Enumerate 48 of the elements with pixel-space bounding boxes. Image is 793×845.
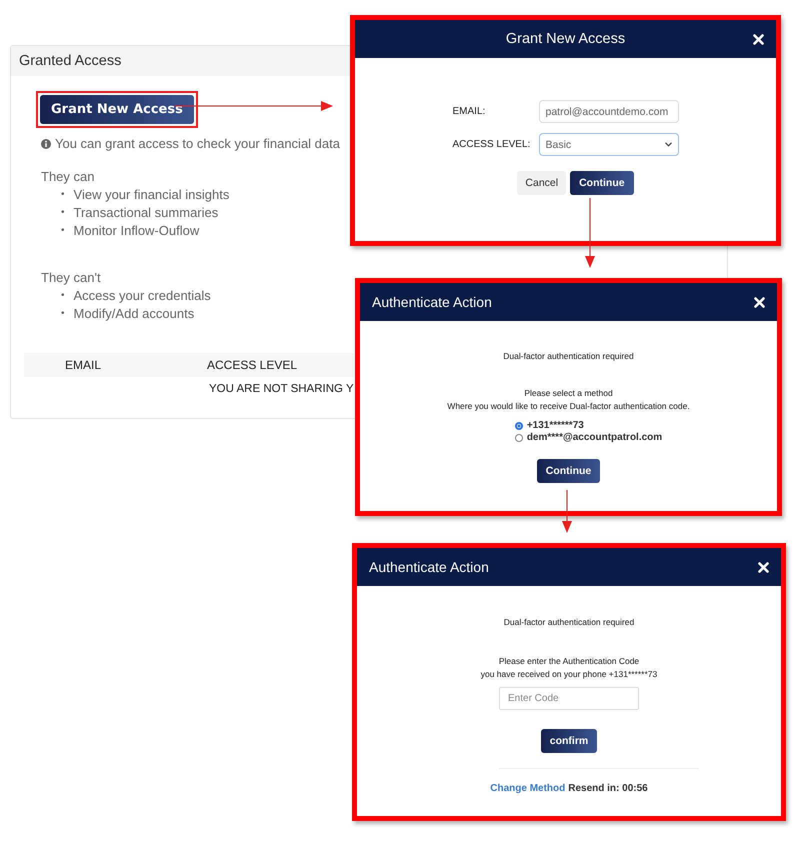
radio-button[interactable]	[514, 434, 523, 442]
confirm-button[interactable]: confirm	[540, 729, 598, 753]
column-header: ACCESS LEVEL	[207, 358, 298, 372]
field-label: EMAIL:	[452, 106, 486, 117]
info-text: You can grant access to check your financial data	[55, 136, 340, 151]
method-option[interactable]: dem****@accountpatrol.com	[514, 432, 662, 443]
empty-message: YOU ARE NOT SHARING Y	[209, 383, 354, 395]
email-field[interactable]: patrol@accountdemo.com	[538, 100, 678, 123]
info-icon	[41, 138, 51, 148]
field-label: ACCESS LEVEL:	[452, 139, 532, 150]
modal-title: Grant New Access	[506, 31, 626, 47]
bullet-mark: •	[61, 188, 65, 202]
prompt-text: Please select a method	[524, 387, 613, 400]
method-option[interactable]: +131******73	[514, 420, 662, 431]
arrow	[562, 490, 572, 533]
list-item: View your financial insights	[74, 186, 230, 204]
bullet-mark: •	[61, 224, 65, 238]
close-icon[interactable]	[753, 34, 764, 44]
chevron-icon	[664, 142, 672, 147]
arrow	[585, 198, 595, 268]
bullet-mark: •	[61, 289, 65, 303]
access-level-dropdown[interactable]: Basic	[538, 133, 678, 156]
bullet-mark: •	[61, 307, 65, 321]
list-item: Transactional summaries	[74, 204, 218, 222]
resend-timer: Resend in: 00:56	[568, 783, 648, 794]
column-header: EMAIL	[65, 358, 102, 372]
bullet-mark: •	[61, 206, 65, 220]
section-heading: They can't	[41, 270, 101, 285]
prompt-text: Where you would like to receive Dual-factor authentication code.	[447, 400, 690, 413]
close-icon[interactable]	[754, 296, 765, 308]
close-icon[interactable]	[758, 562, 769, 572]
cancel-button[interactable]: Cancel	[517, 171, 566, 195]
notice-text: Dual-factor authentication required	[503, 350, 634, 363]
list-item: Access your credentials	[74, 287, 211, 305]
notice-text: Dual-factor authentication required	[504, 616, 634, 629]
section-heading: They can	[41, 169, 94, 184]
list-item: Monitor Inflow-Ouflow	[74, 222, 200, 240]
prompt-text: Please enter the Authentication Code	[498, 655, 640, 668]
code-input-field[interactable]: Enter Code	[499, 687, 639, 710]
list-item: Modify/Add accounts	[74, 305, 194, 323]
modal-title: Authenticate Action	[372, 294, 492, 310]
continue-button[interactable]: Continue	[570, 171, 634, 195]
radio-button[interactable]	[514, 422, 523, 430]
change-method-link[interactable]: Change Method	[490, 783, 566, 794]
prompt-text: you have received on your phone +131******73	[480, 668, 658, 681]
continue-button[interactable]: Continue	[536, 459, 600, 483]
modal-title: Authenticate Action	[369, 559, 489, 575]
grant-access-button[interactable]: Grant New Access	[40, 95, 194, 124]
